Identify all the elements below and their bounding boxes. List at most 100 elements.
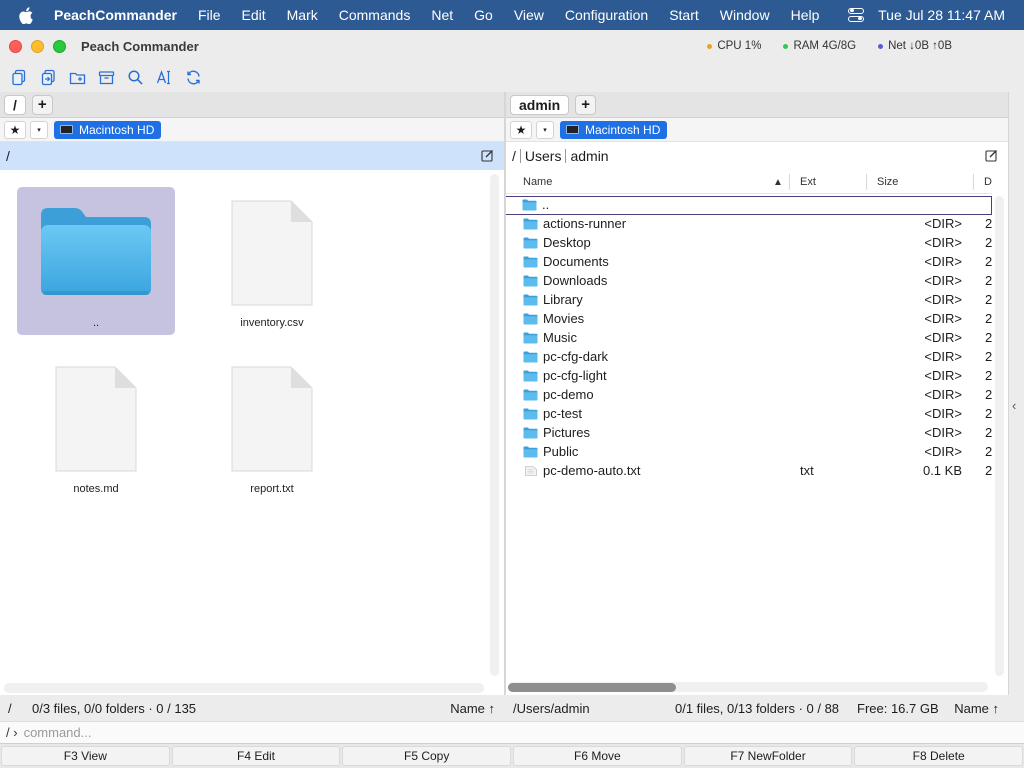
list-item[interactable]: pc-demo-auto.txt txt 0.1 KB 2	[506, 462, 992, 481]
menu-net[interactable]: Net	[431, 7, 453, 23]
archive-icon[interactable]	[96, 67, 116, 87]
right-sort-selector[interactable]: Name ↑	[954, 701, 999, 716]
right-horizontal-scrollbar[interactable]	[508, 682, 988, 692]
menu-view[interactable]: View	[514, 7, 544, 23]
menu-help[interactable]: Help	[791, 7, 820, 23]
list-item[interactable]: Movies <DIR> 2	[506, 310, 992, 329]
edit-path-icon[interactable]	[985, 149, 998, 162]
column-header-date[interactable]: D	[984, 170, 992, 194]
list-item[interactable]: ..	[506, 196, 992, 215]
list-item[interactable]: pc-test <DIR> 2	[506, 405, 992, 424]
apple-icon[interactable]	[19, 6, 37, 24]
f8-delete-button[interactable]: F8 Delete	[854, 746, 1024, 766]
left-favorites-button[interactable]: ★	[4, 120, 26, 139]
left-vertical-scrollbar[interactable]	[490, 174, 499, 676]
left-drive-button[interactable]: Macintosh HD	[54, 120, 162, 139]
list-item[interactable]: Library <DIR> 2	[506, 291, 992, 310]
left-favorites-dropdown[interactable]: ▾	[30, 120, 48, 139]
column-separator[interactable]	[866, 174, 867, 190]
list-item[interactable]: Music <DIR> 2	[506, 329, 992, 348]
left-icon-grid: .. inventory.csv notes.md report.txt	[0, 170, 488, 675]
grid-item-file[interactable]: inventory.csv	[193, 187, 351, 335]
grid-item-file[interactable]: report.txt	[193, 353, 351, 501]
menu-commands[interactable]: Commands	[339, 7, 411, 23]
list-item[interactable]: Public <DIR> 2	[506, 443, 992, 462]
list-item[interactable]: Pictures <DIR> 2	[506, 424, 992, 443]
copy-icon[interactable]	[9, 67, 29, 87]
grid-item-file[interactable]: notes.md	[17, 353, 175, 501]
right-status-free-space: Free: 16.7 GB	[857, 700, 939, 716]
list-item[interactable]: Documents <DIR> 2	[506, 253, 992, 272]
list-item[interactable]: pc-demo <DIR> 2	[506, 386, 992, 405]
refresh-icon[interactable]	[183, 67, 203, 87]
folder-icon	[523, 408, 538, 420]
file-list-header: Name ▲ Ext Size D	[506, 170, 992, 194]
command-input[interactable]	[23, 725, 924, 740]
right-horizontal-scroll-thumb[interactable]	[508, 683, 676, 692]
right-favorites-button[interactable]: ★	[510, 120, 532, 139]
zoom-window-button[interactable]	[53, 39, 66, 53]
left-add-tab-button[interactable]: +	[31, 94, 53, 115]
column-separator[interactable]	[973, 174, 974, 190]
folder-icon	[523, 294, 538, 306]
right-drive-button[interactable]: Macintosh HD	[560, 120, 668, 139]
left-horizontal-scrollbar[interactable]	[4, 683, 484, 693]
right-add-tab-button[interactable]: +	[575, 94, 596, 115]
right-status-bar: /Users/admin 0/1 files, 0/13 folders · 0…	[506, 695, 1008, 721]
left-tab-root[interactable]: /	[4, 94, 26, 115]
list-item[interactable]: Desktop <DIR> 2	[506, 234, 992, 253]
list-item[interactable]: actions-runner <DIR> 2	[506, 215, 992, 234]
menu-mark[interactable]: Mark	[287, 7, 318, 23]
list-item-name: ..	[542, 197, 550, 212]
menu-go[interactable]: Go	[474, 7, 493, 23]
list-item-size: <DIR>	[924, 216, 962, 231]
list-item-date: 2	[985, 254, 993, 269]
move-icon[interactable]	[38, 67, 58, 87]
f3-view-button[interactable]: F3 View	[1, 746, 170, 766]
list-item[interactable]: pc-cfg-light <DIR> 2	[506, 367, 992, 386]
menu-edit[interactable]: Edit	[242, 7, 266, 23]
close-window-button[interactable]	[9, 39, 22, 53]
right-path-bar[interactable]: / Users admin	[506, 142, 1008, 170]
edit-path-icon[interactable]	[481, 149, 494, 162]
list-item[interactable]: pc-cfg-dark <DIR> 2	[506, 348, 992, 367]
f5-copy-button[interactable]: F5 Copy	[342, 746, 512, 766]
search-icon[interactable]	[125, 67, 145, 87]
breadcrumb-root[interactable]: /	[512, 148, 516, 164]
left-path-bar[interactable]: /	[0, 142, 504, 170]
new-folder-icon[interactable]	[67, 67, 87, 87]
menu-start[interactable]: Start	[669, 7, 699, 23]
f4-edit-button[interactable]: F4 Edit	[171, 746, 341, 766]
grid-item-label: ..	[92, 317, 100, 329]
list-item[interactable]: Downloads <DIR> 2	[506, 272, 992, 291]
sort-ascending-icon[interactable]: ▲	[773, 170, 783, 194]
left-sort-selector[interactable]: Name ↑	[450, 701, 495, 716]
right-favorites-dropdown[interactable]: ▾	[536, 120, 554, 139]
menu-file[interactable]: File	[198, 7, 221, 23]
breadcrumb-admin[interactable]: admin	[570, 148, 608, 164]
grid-item-label: inventory.csv	[240, 317, 304, 329]
command-line: / ›	[0, 721, 1024, 743]
breadcrumb-users[interactable]: Users	[525, 148, 562, 164]
f7-new-folder-button[interactable]: F7 NewFolder	[683, 746, 853, 766]
cpu-stat: CPU 1%	[707, 40, 761, 52]
right-vertical-scrollbar[interactable]	[995, 196, 1004, 676]
column-header-name[interactable]: Name	[523, 170, 552, 194]
menu-configuration[interactable]: Configuration	[565, 7, 648, 23]
left-path-root[interactable]: /	[6, 148, 10, 164]
column-header-size[interactable]: Size	[877, 170, 898, 194]
rename-icon[interactable]	[154, 67, 174, 87]
menu-window[interactable]: Window	[720, 7, 770, 23]
menu-app-name[interactable]: PeachCommander	[54, 7, 177, 23]
right-tab-admin[interactable]: admin	[510, 94, 570, 115]
side-panel-toggle[interactable]: ‹	[1008, 92, 1024, 695]
menubar-clock[interactable]: Tue Jul 28 11:47 AM	[878, 7, 1005, 23]
chevron-left-icon[interactable]: ‹	[1012, 398, 1016, 413]
list-item-date: 2	[985, 330, 993, 345]
column-header-ext[interactable]: Ext	[800, 170, 816, 194]
column-separator[interactable]	[789, 174, 790, 190]
minimize-window-button[interactable]	[31, 39, 44, 53]
grid-item-parent[interactable]: ..	[17, 187, 175, 335]
f6-move-button[interactable]: F6 Move	[513, 746, 682, 766]
control-center-icon[interactable]	[848, 8, 865, 22]
